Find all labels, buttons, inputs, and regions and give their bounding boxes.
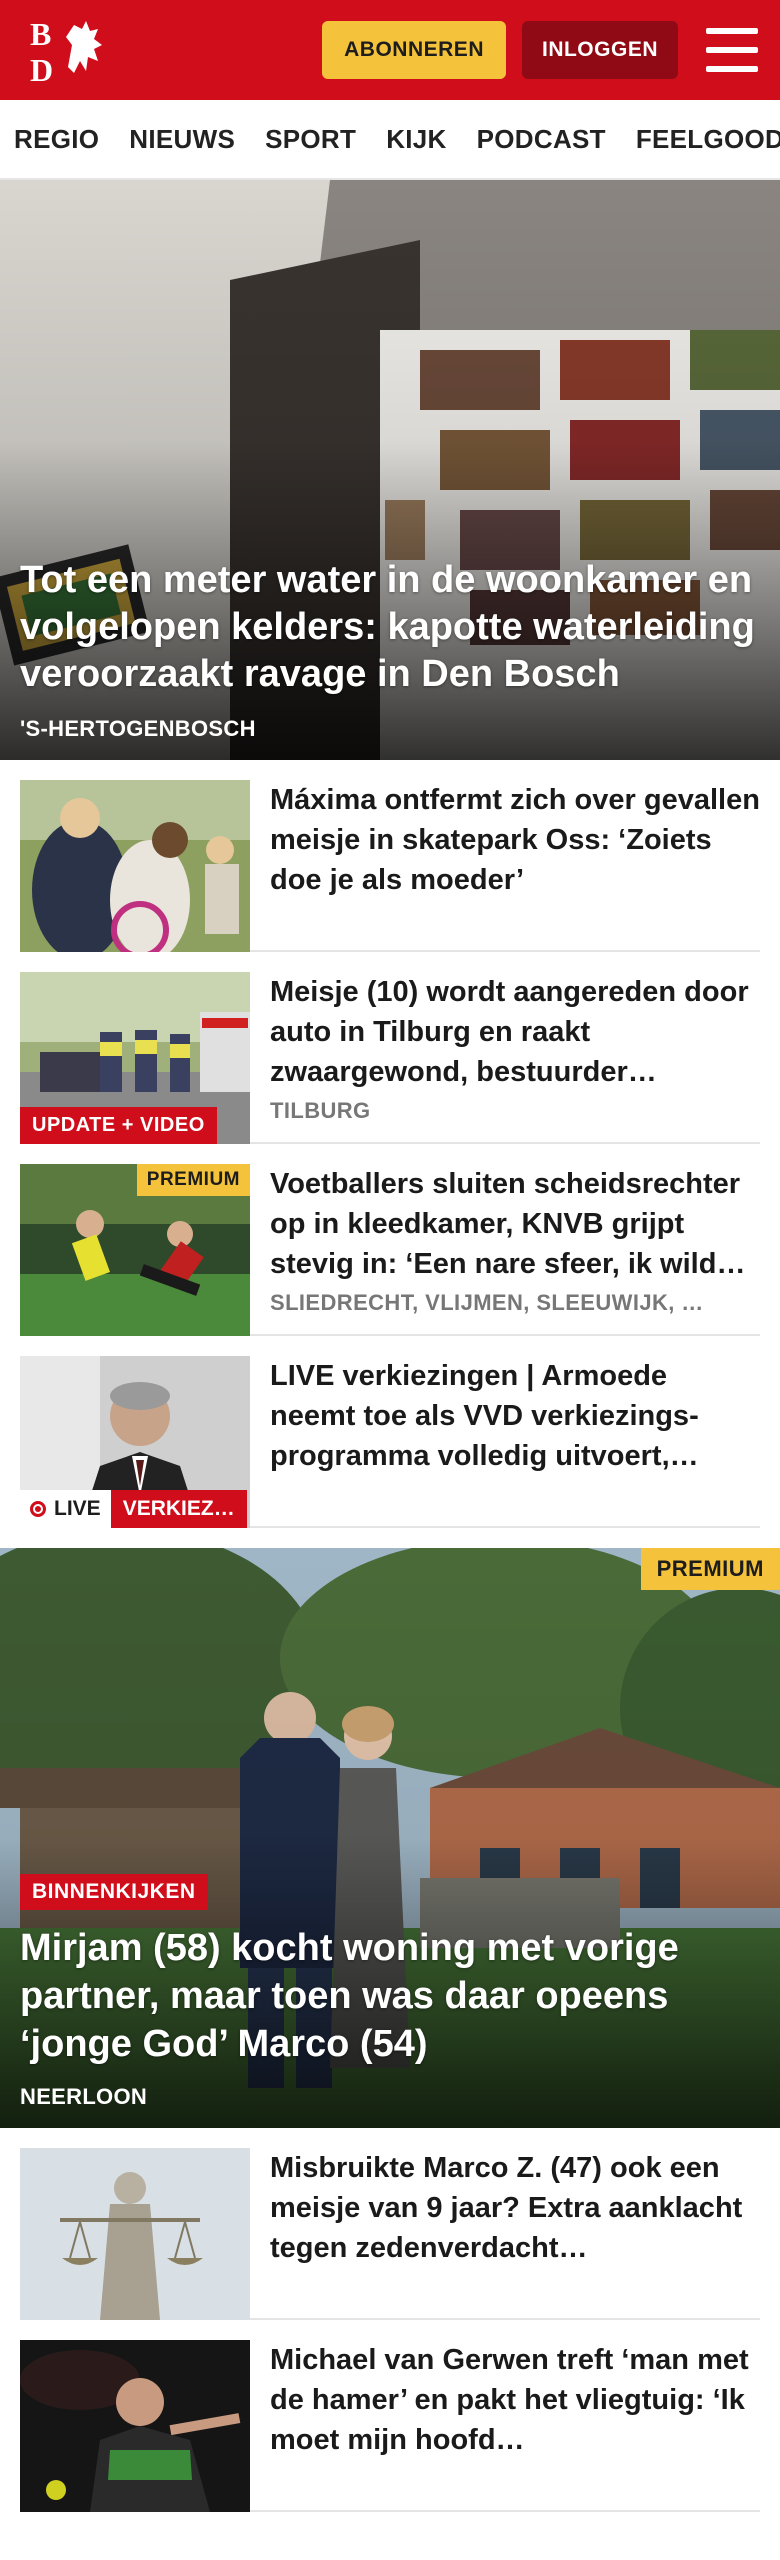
premium-badge: PREMIUM [136,1164,250,1196]
category-tag: BINNENKIJKEN [20,1874,208,1910]
article-thumbnail [20,780,250,952]
list-item[interactable]: LIVE VERKIEZ… LIVE verkiezingen | Armoed… [20,1336,760,1528]
bd-logo-icon: B D [30,16,102,88]
live-dot-icon [30,1501,46,1517]
login-button[interactable]: INLOGGEN [521,21,678,79]
article-thumbnail: UPDATE + VIDEO [20,972,250,1144]
nav-item-nieuws[interactable]: NIEUWS [129,124,235,155]
live-label: LIVE [54,1497,101,1520]
hero-title[interactable]: Tot een meter water in de woonkamer en v… [20,557,760,698]
article-thumbnail: PREMIUM [20,1164,250,1336]
article-thumbnail [20,2340,250,2512]
hero-location: 'S-HERTOGENBOSCH [20,716,256,741]
top-header: B D ABONNEREN INLOGGEN [0,0,780,100]
svg-text:B: B [30,16,51,52]
featured-location: NEERLOON [20,2084,148,2109]
article-location: TILBURG [270,1098,371,1123]
list-item[interactable]: UPDATE + VIDEO Meisje (10) wordt aangere… [20,952,760,1144]
svg-text:D: D [30,52,53,85]
nav-item-podcast[interactable]: PODCAST [477,124,606,155]
list-item[interactable]: PREMIUM Voetballers sluiten scheidsrech­… [20,1144,760,1336]
article-title[interactable]: Misbruikte Marco Z. (47) ook een meisje … [270,2148,760,2268]
hero-article[interactable]: Tot een meter water in de woonkamer en v… [0,180,780,760]
subscribe-button[interactable]: ABONNEREN [322,21,506,79]
list-item[interactable]: Michael van Gerwen treft ‘man met de ham… [20,2320,760,2512]
article-title[interactable]: Michael van Gerwen treft ‘man met de ham… [270,2340,760,2460]
article-title[interactable]: Máxima ontfermt zich over gevallen meisj… [270,780,760,900]
live-badge: LIVE [20,1490,111,1528]
featured-article[interactable]: PREMIUM BINNENKIJKEN Mirjam (58) kocht w… [0,1548,780,2128]
article-thumbnail: LIVE VERKIEZ… [20,1356,250,1528]
list-item[interactable]: Máxima ontfermt zich over gevallen meisj… [20,760,760,952]
article-thumbnail [20,2148,250,2320]
nav-item-kijk[interactable]: KIJK [386,124,446,155]
bd-logo[interactable]: B D [28,15,114,88]
nav-item-regio[interactable]: REGIO [14,124,99,155]
live-topic-tag: VERKIEZ… [110,1490,247,1528]
live-indicator: LIVE VERKIEZ… [20,1490,247,1528]
article-location: SLIEDRECHT, VLIJMEN, SLEEUWIJK, … [270,1290,704,1315]
list-item[interactable]: Misbruikte Marco Z. (47) ook een meisje … [20,2128,760,2320]
featured-title[interactable]: Mirjam (58) kocht woning met vorige part… [20,1924,760,2068]
article-title[interactable]: Meisje (10) wordt aangereden door auto i… [270,972,760,1092]
article-title[interactable]: LIVE verkiezingen | Armoede neemt toe al… [270,1356,760,1476]
premium-badge: PREMIUM [640,1548,780,1590]
nav-item-feelgood[interactable]: FEELGOOD [636,124,780,155]
update-video-badge: UPDATE + VIDEO [20,1107,217,1144]
section-nav: REGIO NIEUWS SPORT KIJK PODCAST FEELGOOD… [0,100,780,180]
menu-icon[interactable] [706,28,758,72]
nav-item-sport[interactable]: SPORT [265,124,356,155]
article-title[interactable]: Voetballers sluiten scheidsrech­ter op i… [270,1164,760,1284]
